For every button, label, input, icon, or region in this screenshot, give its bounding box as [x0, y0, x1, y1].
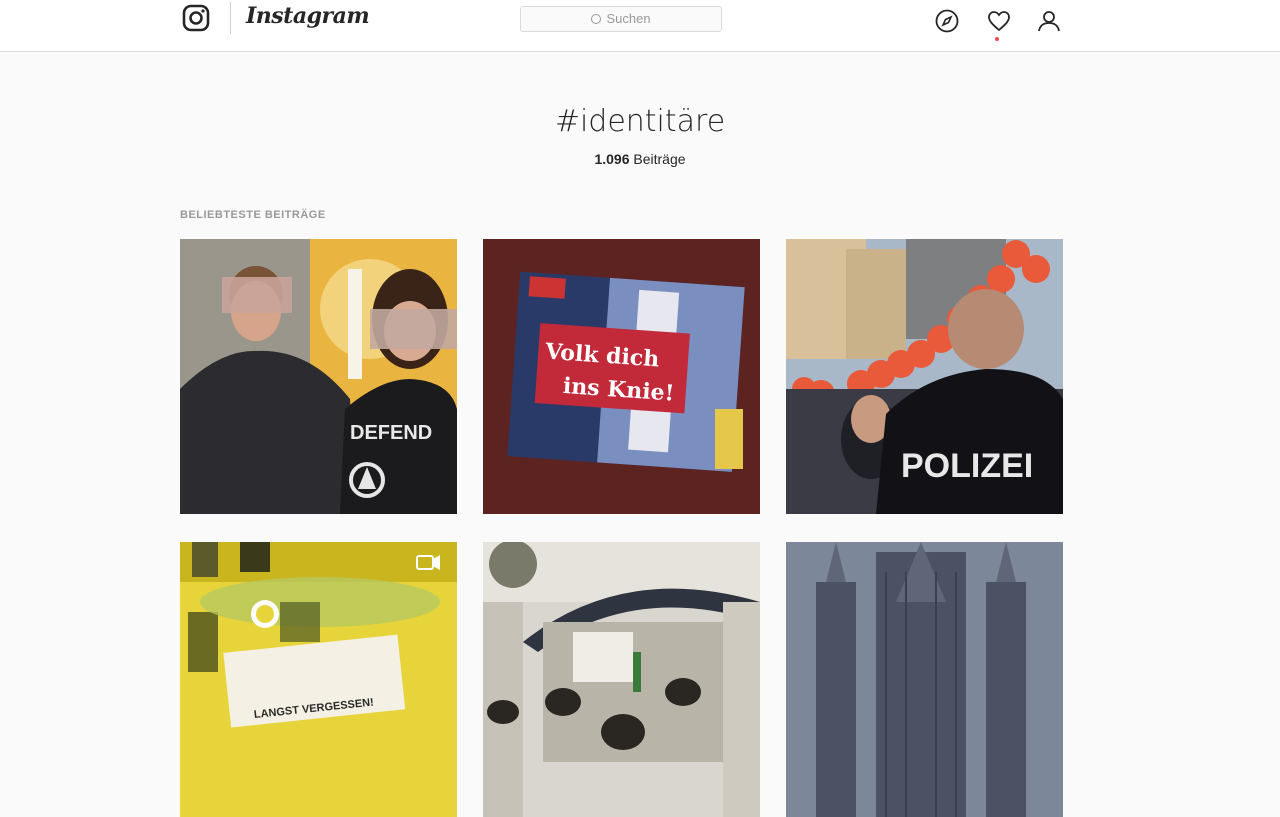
shirt-text: DEFEND: [350, 422, 432, 444]
profile-icon[interactable]: [1036, 8, 1062, 34]
post-tile-6[interactable]: [786, 542, 1063, 817]
post-image-3: POLIZEI: [786, 239, 1063, 514]
logo-divider: [230, 2, 231, 34]
search-input[interactable]: Suchen: [520, 6, 722, 32]
top-navbar: Instagram Suchen: [0, 0, 1280, 52]
search-placeholder: Suchen: [606, 11, 651, 26]
post-image-1: DEFEND: [180, 239, 457, 514]
heart-icon[interactable]: [986, 8, 1012, 34]
vest-text: POLIZEI: [901, 447, 1033, 485]
post-count-number: 1.096: [594, 151, 630, 167]
post-tile-5[interactable]: [483, 542, 760, 817]
post-count: 1.096 Beiträge: [0, 151, 1280, 167]
instagram-wordmark[interactable]: Instagram: [246, 3, 370, 29]
search-icon: [591, 14, 602, 24]
post-tile-1[interactable]: DEFEND: [180, 239, 457, 514]
explore-icon[interactable]: [934, 8, 960, 34]
instagram-camera-icon[interactable]: [182, 4, 210, 32]
post-image-4: LANGST VERGESSEN!: [180, 542, 457, 817]
post-tile-4[interactable]: LANGST VERGESSEN!: [180, 542, 457, 817]
hashtag-title: #identitäre: [554, 104, 726, 139]
notification-dot: [995, 37, 999, 41]
post-image-5: [483, 542, 760, 817]
post-tile-2[interactable]: Volk dich ins Knie!: [483, 239, 760, 514]
post-image-2: Volk dich ins Knie!: [483, 239, 760, 514]
post-image-6: [786, 542, 1063, 817]
post-count-label: Beiträge: [629, 151, 686, 167]
post-tile-3[interactable]: POLIZEI: [786, 239, 1063, 514]
section-label: BELIEBTESTE BEITRÄGE: [180, 209, 326, 221]
